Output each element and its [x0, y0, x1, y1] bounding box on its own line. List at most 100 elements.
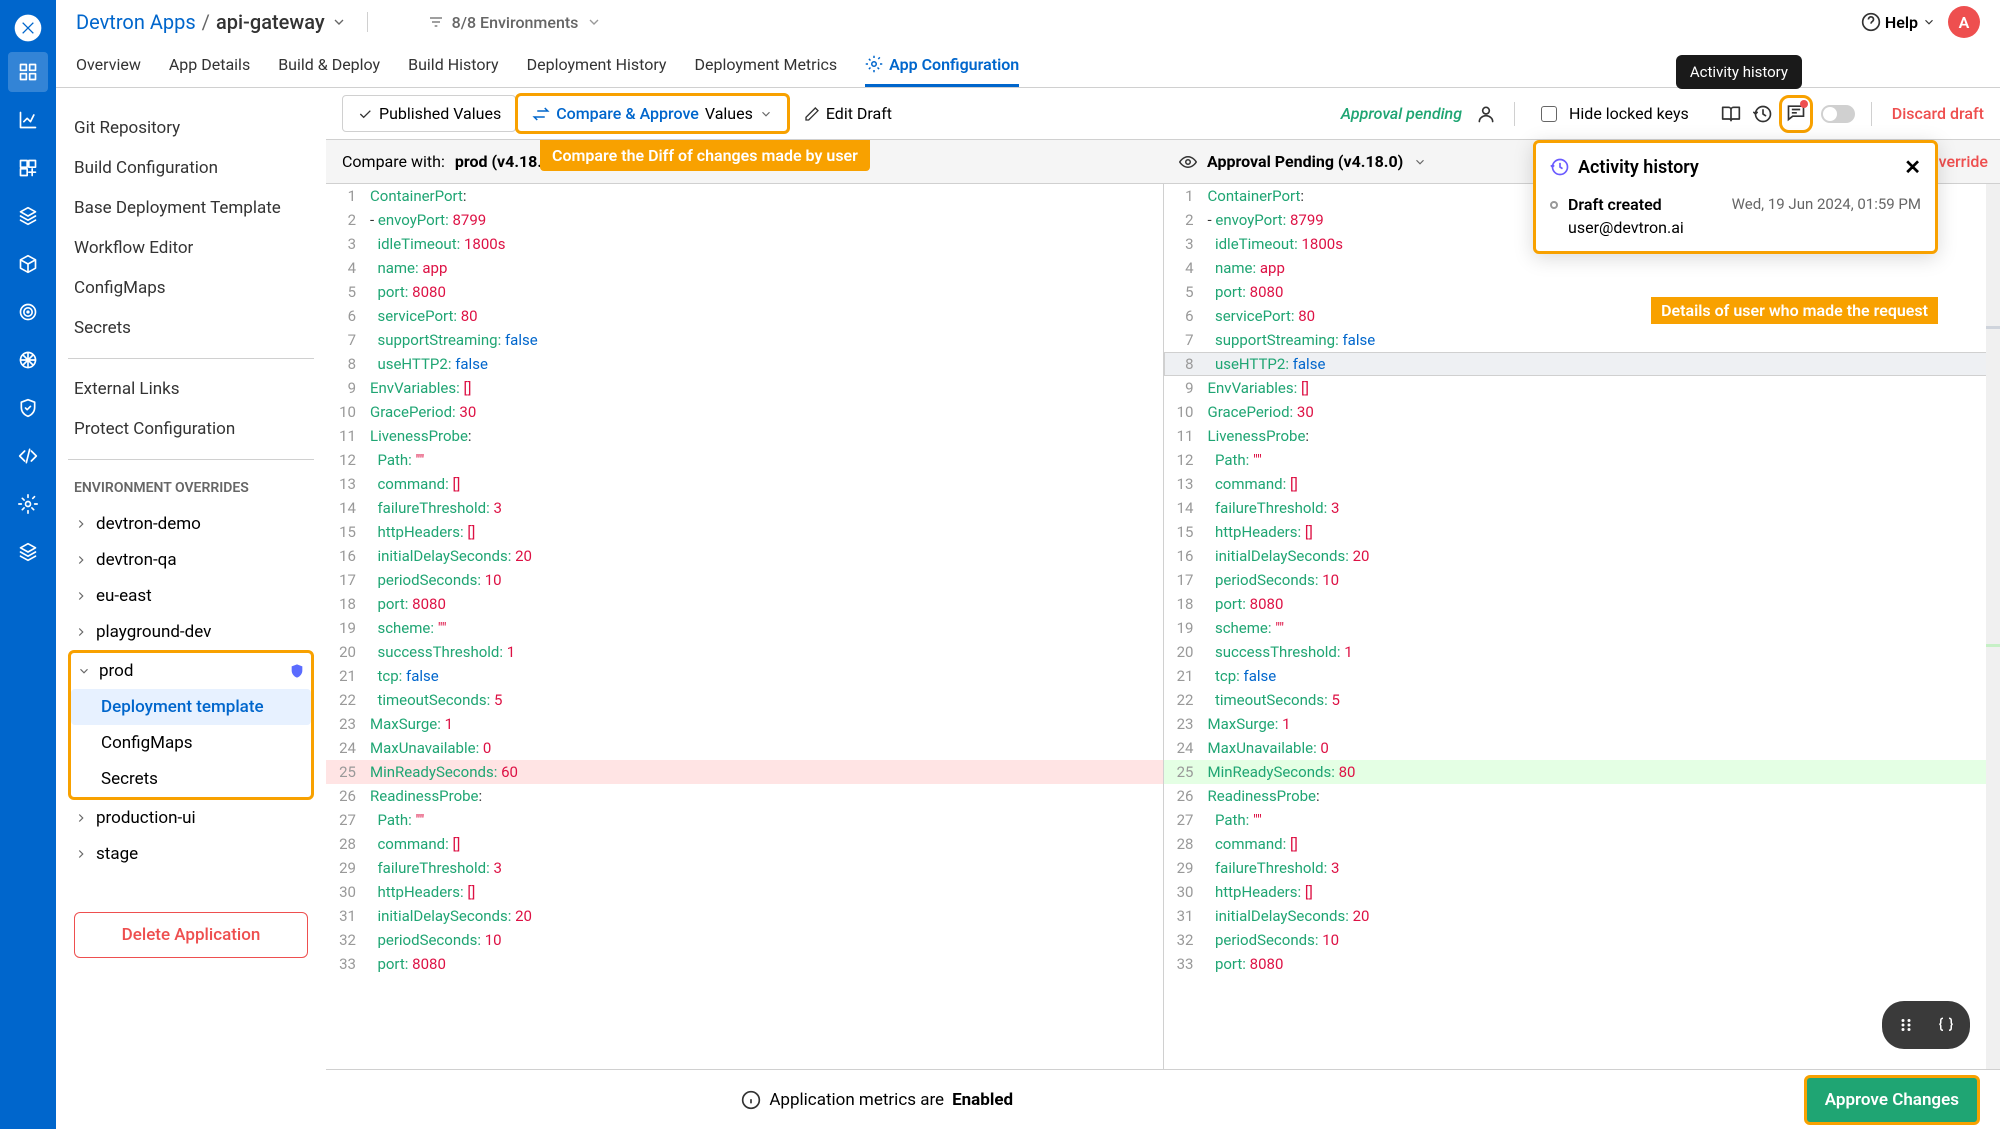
sidebar-item[interactable]: Workflow Editor	[68, 228, 314, 268]
chevron-right-icon	[74, 847, 88, 861]
compare-approve-button[interactable]: Compare & Approve Values	[515, 93, 790, 134]
approver-icon[interactable]	[1470, 98, 1502, 130]
tab-overview[interactable]: Overview	[76, 44, 141, 87]
code-line: 14 failureThreshold: 3	[326, 496, 1163, 520]
discard-draft-button[interactable]: Discard draft	[1892, 104, 1984, 123]
code-line: 17 periodSeconds: 10	[1164, 568, 2000, 592]
code-line: 11LivenessProbe:	[1164, 424, 2000, 448]
tab-app-configuration[interactable]: App Configuration	[865, 44, 1019, 87]
filter-icon	[428, 14, 444, 30]
dark-toggle[interactable]	[1821, 105, 1855, 123]
code-line: 16 initialDelaySeconds: 20	[326, 544, 1163, 568]
apps-icon[interactable]	[8, 52, 48, 92]
chevron-down-icon	[759, 107, 773, 121]
chevron-down-icon[interactable]	[331, 14, 347, 30]
view-mode-toggle[interactable]	[1882, 1001, 1970, 1049]
env-item[interactable]: eu-east	[68, 578, 314, 614]
edit-draft-button[interactable]: Edit Draft	[790, 96, 906, 131]
sidebar-item[interactable]: Protect Configuration	[68, 409, 314, 449]
chart-icon[interactable]	[8, 100, 48, 140]
checkbox-icon	[1541, 106, 1557, 122]
breadcrumb[interactable]: Devtron Apps / api-gateway	[76, 10, 347, 34]
swap-icon	[532, 105, 550, 123]
code-icon[interactable]	[8, 436, 48, 476]
env-sub-item[interactable]: Secrets	[71, 761, 311, 797]
code-line: 13 command: []	[1164, 472, 2000, 496]
activity-tooltip: Activity history	[1676, 55, 1802, 89]
code-line: 14 failureThreshold: 3	[1164, 496, 2000, 520]
code-line: 28 command: []	[1164, 832, 2000, 856]
hide-locked-toggle[interactable]: Hide locked keys	[1527, 96, 1703, 131]
code-line: 27 Path: ""	[1164, 808, 2000, 832]
wheel-icon[interactable]	[8, 340, 48, 380]
code-line: 21 tcp: false	[1164, 664, 2000, 688]
code-line: 12 Path: ""	[326, 448, 1163, 472]
code-line: 6 servicePort: 80	[326, 304, 1163, 328]
env-selector[interactable]: 8/8 Environments	[428, 13, 603, 32]
sidebar-item[interactable]: External Links	[68, 369, 314, 409]
approval-version-select[interactable]: Approval Pending (v4.18.0)	[1207, 152, 1403, 171]
sidebar-item[interactable]: Git Repository	[68, 108, 314, 148]
tab-build-history[interactable]: Build History	[408, 44, 498, 87]
code-line: 3 idleTimeout: 1800s	[326, 232, 1163, 256]
code-line: 25MinReadySeconds: 60	[326, 760, 1163, 784]
code-line: 19 scheme: ""	[326, 616, 1163, 640]
tab-build-deploy[interactable]: Build & Deploy	[278, 44, 380, 87]
chevron-right-icon	[74, 811, 88, 825]
env-item[interactable]: production-ui	[68, 800, 314, 836]
breadcrumb-current[interactable]: api-gateway	[216, 10, 325, 34]
delete-application-button[interactable]: Delete Application	[74, 912, 308, 958]
chevron-down-icon[interactable]	[1413, 155, 1427, 169]
prod-group: prodDeployment templateConfigMapsSecrets	[68, 650, 314, 800]
tab-deployment-history[interactable]: Deployment History	[527, 44, 667, 87]
user-detail-badge: Details of user who made the request	[1651, 297, 1938, 324]
history-icon[interactable]	[1747, 98, 1779, 130]
layers-icon[interactable]	[8, 532, 48, 572]
target-icon[interactable]	[8, 292, 48, 332]
dot-icon	[1550, 201, 1558, 209]
code-line: 19 scheme: ""	[1164, 616, 2000, 640]
logo[interactable]	[12, 12, 44, 44]
code-line: 2- envoyPort: 8799	[326, 208, 1163, 232]
env-item[interactable]: playground-dev	[68, 614, 314, 650]
code-line: 12 Path: ""	[1164, 448, 2000, 472]
grid-icon[interactable]	[8, 148, 48, 188]
code-line: 24MaxUnavailable: 0	[1164, 736, 2000, 760]
sidebar-item[interactable]: Base Deployment Template	[68, 188, 314, 228]
code-line: 8 useHTTP2: false	[1164, 352, 2000, 376]
book-icon[interactable]	[1715, 98, 1747, 130]
env-item-prod[interactable]: prod	[71, 653, 311, 689]
env-sub-item[interactable]: ConfigMaps	[71, 725, 311, 761]
published-values-button[interactable]: Published Values	[342, 95, 516, 132]
avatar[interactable]: A	[1948, 6, 1980, 38]
scrubber[interactable]	[1986, 184, 2000, 1069]
close-button[interactable]: ✕	[1904, 155, 1921, 179]
breadcrumb-root[interactable]: Devtron Apps	[76, 10, 196, 34]
cube-icon[interactable]	[8, 244, 48, 284]
history-icon	[1550, 157, 1570, 177]
code-line: 29 failureThreshold: 3	[326, 856, 1163, 880]
grip-icon[interactable]	[1888, 1007, 1924, 1043]
settings-icon[interactable]	[8, 484, 48, 524]
approval-status: Approval pending	[1341, 104, 1462, 123]
env-item[interactable]: devtron-qa	[68, 542, 314, 578]
code-line: 23MaxSurge: 1	[326, 712, 1163, 736]
shield-check-icon[interactable]	[8, 388, 48, 428]
env-sub-item[interactable]: Deployment template	[71, 689, 311, 725]
tab-app-details[interactable]: App Details	[169, 44, 250, 87]
env-item[interactable]: devtron-demo	[68, 506, 314, 542]
help-button[interactable]: Help	[1861, 12, 1936, 32]
activity-comment-button[interactable]	[1779, 95, 1813, 133]
braces-icon[interactable]	[1928, 1007, 1964, 1043]
sidebar-item[interactable]: Secrets	[68, 308, 314, 348]
sidebar-item[interactable]: Build Configuration	[68, 148, 314, 188]
check-icon	[357, 106, 373, 122]
approve-changes-button[interactable]: Approve Changes	[1804, 1075, 1980, 1125]
tab-deployment-metrics[interactable]: Deployment Metrics	[694, 44, 837, 87]
env-item[interactable]: stage	[68, 836, 314, 872]
chevron-down-icon	[586, 14, 602, 30]
diff-left-pane[interactable]: 1ContainerPort:2- envoyPort: 87993 idleT…	[326, 184, 1164, 1069]
sidebar-item[interactable]: ConfigMaps	[68, 268, 314, 308]
chevron-down-icon	[1922, 15, 1936, 29]
stack-icon[interactable]	[8, 196, 48, 236]
